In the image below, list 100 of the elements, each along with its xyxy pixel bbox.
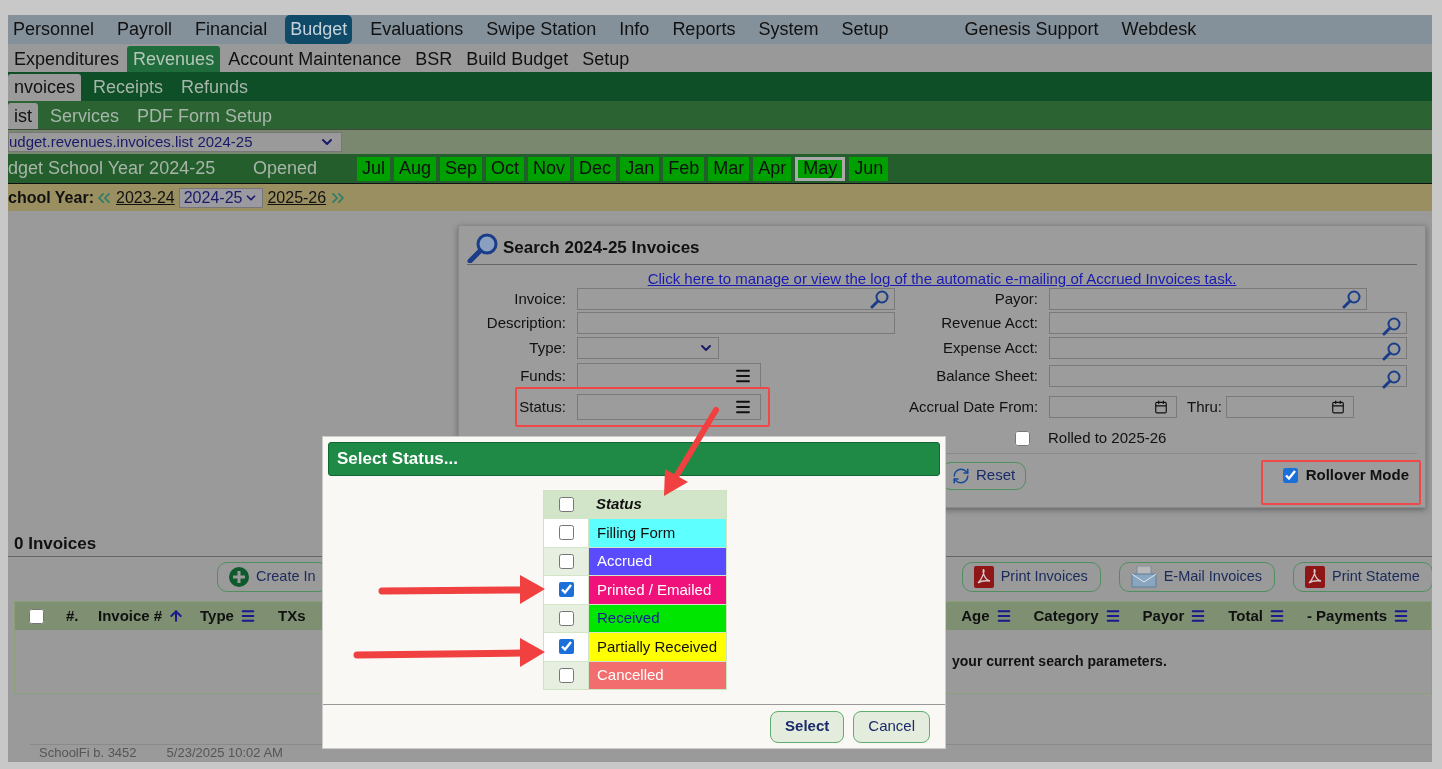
module-tab[interactable]: Revenues xyxy=(127,46,221,72)
field-label: Revenue Acct: xyxy=(940,312,1038,333)
date-field[interactable] xyxy=(1226,396,1354,418)
menu-icon xyxy=(1190,608,1207,624)
school-year-label: chool Year: xyxy=(8,187,94,208)
status-checkbox[interactable] xyxy=(558,582,574,598)
checkbox-label: Rollover Mode xyxy=(1305,465,1409,486)
year-link[interactable]: 2025-26 xyxy=(267,185,327,210)
month-tab[interactable]: Jun xyxy=(849,156,889,181)
month-tab[interactable]: Oct xyxy=(486,156,525,181)
column-header[interactable]: Total xyxy=(1228,604,1285,628)
account-field[interactable] xyxy=(1049,312,1407,334)
status-checkbox[interactable] xyxy=(558,553,574,569)
status-label[interactable]: Accrued xyxy=(589,547,726,575)
column-header[interactable]: Payor xyxy=(1142,604,1207,628)
search-icon[interactable] xyxy=(1342,289,1362,309)
module-tab[interactable]: Build Budget xyxy=(460,46,575,72)
select-all-checkbox[interactable] xyxy=(558,497,574,512)
rolled-checkbox[interactable] xyxy=(1015,430,1030,446)
module-tab[interactable]: Expenditures xyxy=(8,46,126,72)
action-button[interactable]: Print Invoices xyxy=(961,562,1101,592)
month-tab[interactable]: Apr xyxy=(753,156,792,181)
calendar-icon xyxy=(1154,400,1168,414)
module-tab[interactable]: Account Maintenance xyxy=(222,46,408,72)
menu-link[interactable]: Genesis Support xyxy=(959,16,1104,43)
list-field[interactable] xyxy=(577,394,761,420)
month-tab[interactable]: Sep xyxy=(440,156,483,181)
status-label[interactable]: Filling Form xyxy=(589,519,726,547)
menu-tab[interactable]: Reports xyxy=(667,15,741,44)
lookup-field[interactable] xyxy=(577,288,895,310)
column-header[interactable]: - Payments xyxy=(1306,604,1409,628)
menu-tab[interactable]: Personnel xyxy=(8,15,100,44)
status-checkbox[interactable] xyxy=(558,639,574,655)
list-field[interactable] xyxy=(577,363,761,389)
search-icon[interactable] xyxy=(870,289,890,309)
month-tab[interactable]: Dec xyxy=(574,156,617,181)
select-all-checkbox[interactable] xyxy=(29,608,44,624)
month-tab[interactable]: Nov xyxy=(528,156,571,181)
search-icon[interactable] xyxy=(1382,316,1402,336)
dialog-button[interactable]: Select xyxy=(770,710,845,743)
status-label[interactable]: Printed / Emailed xyxy=(589,576,726,604)
account-field[interactable] xyxy=(1049,337,1407,359)
menu-icon xyxy=(1268,608,1285,624)
month-tab[interactable]: Mar xyxy=(708,156,750,181)
menu-tab[interactable]: Setup xyxy=(836,15,894,44)
column-header[interactable]: TXs xyxy=(278,604,306,628)
column-header[interactable]: Type xyxy=(200,604,256,628)
column-header[interactable]: #. xyxy=(66,604,79,628)
menu-tab[interactable]: Evaluations xyxy=(365,15,469,44)
date-field[interactable] xyxy=(1049,396,1177,418)
rollover-checkbox[interactable] xyxy=(1282,468,1298,483)
account-field[interactable] xyxy=(1049,365,1407,387)
section-tab[interactable]: Receipts xyxy=(87,74,170,101)
view-tab[interactable]: ist xyxy=(8,103,38,129)
menu-icon xyxy=(1104,608,1121,624)
view-tab[interactable]: Services xyxy=(44,103,126,129)
status-label[interactable]: Received xyxy=(589,604,726,632)
month-tab[interactable]: May xyxy=(795,156,846,181)
lookup-field[interactable] xyxy=(1049,288,1367,310)
status-checkbox[interactable] xyxy=(558,667,574,683)
menu-tab[interactable]: Payroll xyxy=(112,15,178,44)
section-tab[interactable]: Refunds xyxy=(175,74,255,101)
column-header: Status xyxy=(596,494,642,515)
pdf-icon xyxy=(1305,566,1325,588)
year-title: dget School Year 2024-25 xyxy=(8,157,217,180)
month-tab[interactable]: Jul xyxy=(357,156,390,181)
module-tab[interactable]: Setup xyxy=(576,46,636,72)
calendar-icon xyxy=(1331,400,1345,414)
search-icon[interactable] xyxy=(1382,341,1402,361)
field-label: Description: xyxy=(485,312,566,333)
month-tab[interactable]: Aug xyxy=(394,156,437,181)
dialog-button[interactable]: Cancel xyxy=(853,710,930,743)
menu-tab[interactable]: Budget xyxy=(285,15,353,44)
section-tab[interactable]: nvoices xyxy=(8,74,82,101)
column-header[interactable]: Invoice # xyxy=(98,604,185,628)
status-label[interactable]: Partially Received xyxy=(589,633,726,661)
module-tab[interactable]: BSR xyxy=(409,46,459,72)
view-tab[interactable]: PDF Form Setup xyxy=(131,103,279,129)
search-icon[interactable] xyxy=(1382,369,1402,389)
page-select[interactable]: udget.revenues.invoices.list 2024-25 xyxy=(8,132,342,152)
menu-tab[interactable]: Swipe Station xyxy=(481,15,602,44)
menu-tab[interactable]: System xyxy=(753,15,824,44)
column-header[interactable]: Age xyxy=(961,604,1012,628)
year-link[interactable]: 2023-24 xyxy=(116,185,175,210)
field-label: Expense Acct: xyxy=(941,337,1038,358)
menu-tab[interactable]: Info xyxy=(614,15,655,44)
checkbox-label: Rolled to 2025-26 xyxy=(1048,427,1167,448)
month-tab[interactable]: Jan xyxy=(620,156,660,181)
menu-link[interactable]: Webdesk xyxy=(1116,16,1202,43)
text-field[interactable] xyxy=(577,312,895,334)
column-header[interactable]: Category xyxy=(1033,604,1121,628)
month-tab[interactable]: Feb xyxy=(663,156,705,181)
year-select[interactable]: 2024-25 xyxy=(178,187,264,208)
status-checkbox[interactable] xyxy=(558,610,574,626)
status-label[interactable]: Cancelled xyxy=(589,661,726,689)
log-link[interactable]: Click here to manage or view the log of the automatic e-mailing of Accrued Invoices task. xyxy=(647,268,1237,287)
menu-tab[interactable]: Financial xyxy=(190,15,273,44)
status-checkbox[interactable] xyxy=(558,525,574,541)
field-label: Type: xyxy=(528,337,566,358)
action-button[interactable]: E-Mail Invoices xyxy=(1118,562,1275,592)
